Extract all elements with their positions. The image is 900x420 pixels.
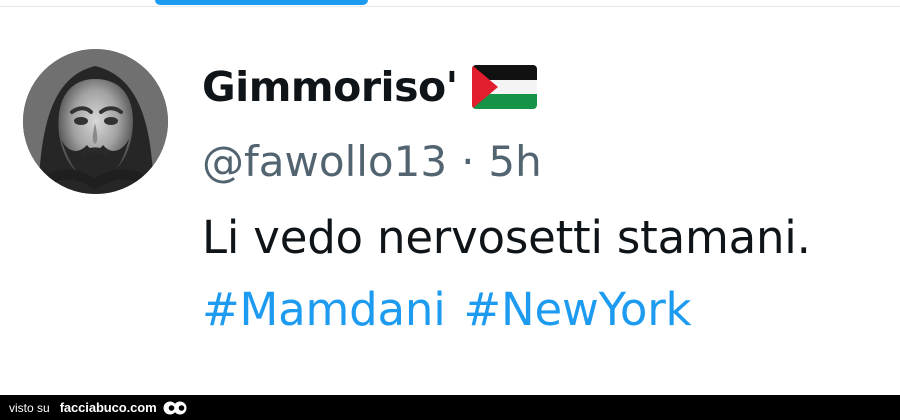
user-handle[interactable]: @fawollo13 <box>202 141 447 183</box>
hashtag-link[interactable]: #Mamdani <box>202 285 446 335</box>
palestine-flag-icon <box>471 65 537 109</box>
hashtag-link[interactable]: #NewYork <box>464 285 692 335</box>
hashtag-list: #Mamdani #NewYork <box>202 285 692 335</box>
top-divider <box>0 6 900 7</box>
tweet-text: Li vedo nervosetti stamani. <box>202 211 811 264</box>
eyes-logo-icon <box>163 401 187 414</box>
watermark-site: facciabuco.com <box>59 400 157 415</box>
watermark-prefix: visto su <box>9 400 50 415</box>
tweet-screenshot: Gimmoriso' @fawollo13 · 5h Li vedo nervo… <box>0 0 900 420</box>
author-avatar[interactable] <box>23 49 168 194</box>
meta-separator: · <box>461 137 475 186</box>
watermark-bar: visto su facciabuco.com <box>0 395 900 420</box>
display-name[interactable]: Gimmoriso' <box>202 66 458 108</box>
bearded-man-avatar-icon <box>23 49 168 194</box>
active-tab-indicator <box>155 0 368 5</box>
handle-and-time: @fawollo13 · 5h <box>202 135 542 189</box>
timestamp[interactable]: 5h <box>488 141 541 183</box>
display-name-row: Gimmoriso' <box>202 58 537 116</box>
